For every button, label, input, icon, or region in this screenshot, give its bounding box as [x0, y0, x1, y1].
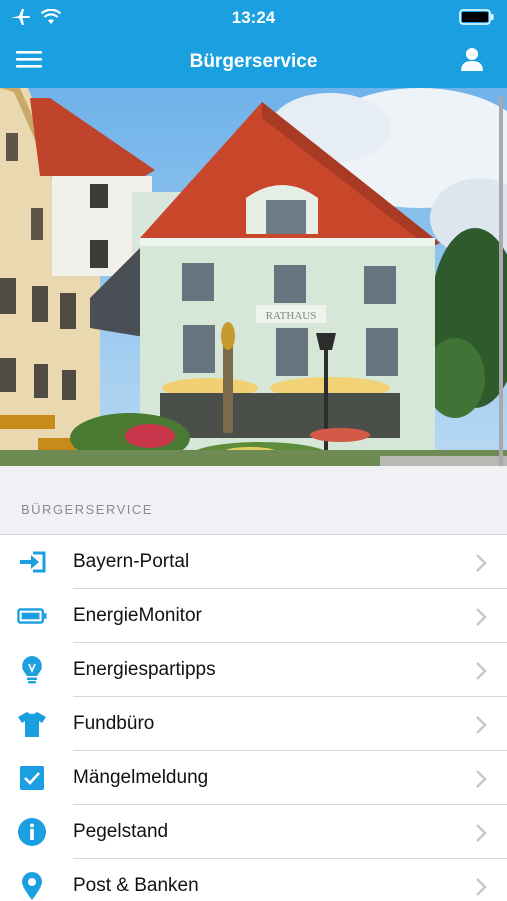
status-time: 13:24 [231, 8, 276, 27]
top-bar: 13:24 Bürgerservice [0, 0, 507, 88]
chevron-right-icon [476, 824, 487, 842]
chevron-right-icon [476, 716, 487, 734]
chevron-right-icon [476, 554, 487, 572]
list-item-bayern-portal[interactable]: Bayern-Portal [20, 535, 507, 589]
battery-meter-icon [17, 601, 47, 631]
chevron-right-icon [476, 770, 487, 788]
building-sign-text: RATHAUS [266, 310, 317, 322]
checkbox-icon [17, 763, 47, 793]
list-item-post-banken[interactable]: Post & Banken [22, 859, 507, 901]
scrollbar[interactable] [499, 95, 503, 515]
status-bar: 13:24 [0, 0, 507, 34]
list-item-label: EnergieMonitor [73, 605, 202, 626]
info-icon [17, 817, 47, 847]
chevron-right-icon [476, 662, 487, 680]
list-item-label: Mängelmeldung [73, 767, 209, 788]
section-header: BÜRGERSERVICE [0, 466, 507, 534]
list-item-label: Energiespartipps [73, 659, 216, 680]
list-item-pegelstand[interactable]: Pegelstand [18, 805, 507, 859]
list-item-label: Post & Banken [73, 875, 199, 896]
tshirt-icon [17, 709, 47, 739]
hero-image-town-hall: RATHAUS [0, 88, 507, 466]
lightbulb-icon [17, 655, 47, 685]
chevron-right-icon [476, 878, 487, 896]
list-item-maengelmeldung[interactable]: Mängelmeldung [20, 751, 507, 805]
battery-icon [459, 9, 494, 25]
service-list: Bayern-Portal EnergieMonitor Energiespar… [0, 534, 507, 901]
list-item-label: Fundbüro [73, 713, 155, 734]
list-item-fundbuero[interactable]: Fundbüro [18, 697, 507, 751]
chevron-right-icon [476, 608, 487, 626]
list-item-label: Pegelstand [73, 821, 169, 842]
list-item-label: Bayern-Portal [73, 551, 190, 572]
list-item-energiemonitor[interactable]: EnergieMonitor [17, 589, 507, 643]
location-pin-icon [17, 871, 47, 901]
section-title: BÜRGERSERVICE [21, 502, 153, 517]
user-profile-icon[interactable] [459, 46, 493, 78]
page-title: Bürgerservice [189, 51, 318, 72]
login-arrow-icon [17, 547, 47, 577]
navigation-bar: Bürgerservice [0, 34, 507, 88]
list-item-energiespartipps[interactable]: Energiespartipps [22, 643, 507, 697]
